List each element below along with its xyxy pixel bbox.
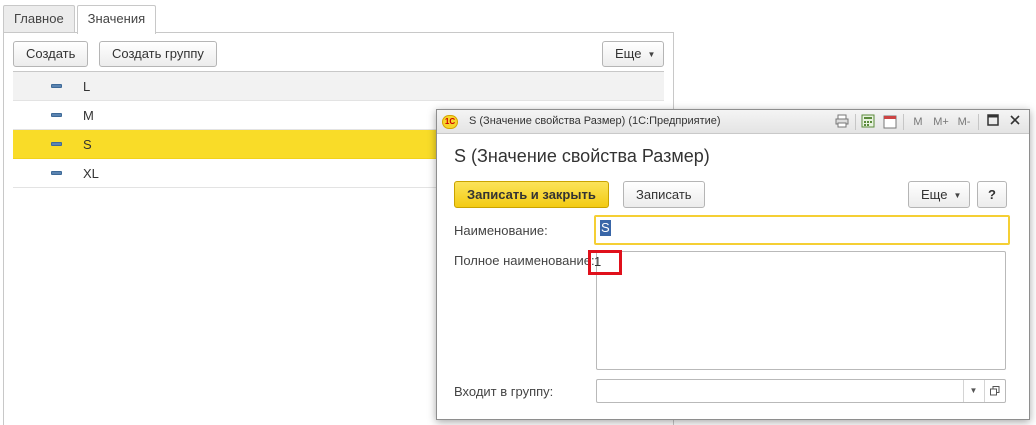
memory-minus-icon[interactable]: M-	[954, 114, 974, 130]
list-item-name: XL	[83, 166, 99, 181]
name-field-value: S	[600, 220, 611, 236]
more-button[interactable]: Еще ▼	[602, 41, 665, 67]
item-marker-icon	[51, 84, 62, 88]
tab-main[interactable]: Главное	[3, 5, 75, 33]
full-name-value: 1	[594, 254, 602, 269]
list-item-name: S	[83, 137, 92, 152]
memory-m-icon[interactable]: M	[911, 114, 925, 130]
calculator-icon[interactable]	[860, 114, 876, 130]
tab-strip: Главное Значения	[3, 5, 158, 34]
list-item-name: L	[83, 79, 91, 94]
item-marker-icon	[51, 113, 62, 117]
save-button[interactable]: Записать	[623, 181, 705, 208]
item-marker-icon	[51, 142, 62, 146]
memory-plus-icon[interactable]: M+	[931, 114, 951, 130]
group-field[interactable]: ▼	[596, 379, 1006, 403]
tab-values[interactable]: Значения	[76, 5, 157, 34]
print-icon[interactable]	[834, 114, 850, 130]
more-actions-button[interactable]: Еще ▼	[908, 181, 971, 208]
create-group-button[interactable]: Создать группу	[99, 41, 217, 67]
titlebar-separator	[978, 114, 979, 130]
name-field[interactable]: S	[594, 215, 1010, 245]
save-and-close-button[interactable]: Записать и закрыть	[454, 181, 609, 208]
app-logo-icon: 1С	[442, 115, 458, 129]
full-name-textarea[interactable]	[596, 251, 1006, 370]
highlight-box: 1	[588, 250, 622, 275]
calendar-icon[interactable]	[882, 114, 898, 130]
full-name-label: Полное наименование:	[454, 253, 595, 268]
group-label: Входит в группу:	[454, 384, 554, 399]
window-title: S (Значение свойства Размер) (1С:Предпри…	[469, 115, 721, 127]
titlebar-separator	[903, 114, 904, 130]
open-form-icon[interactable]	[984, 380, 1004, 402]
help-button[interactable]: ?	[977, 181, 1007, 208]
item-marker-icon	[51, 171, 62, 175]
titlebar-separator	[855, 114, 856, 130]
chevron-down-icon: ▼	[953, 191, 962, 201]
dialog-titlebar[interactable]: 1С S (Значение свойства Размер) (1С:Пред…	[437, 110, 1029, 134]
more-actions-label: Еще	[921, 187, 948, 202]
value-edit-dialog: 1С S (Значение свойства Размер) (1С:Пред…	[436, 109, 1030, 420]
list-item-name: M	[83, 108, 94, 123]
create-button[interactable]: Создать	[13, 41, 89, 67]
more-button-label: Еще	[615, 46, 642, 61]
chevron-down-icon: ▼	[647, 49, 656, 59]
list-item[interactable]: L	[13, 72, 664, 101]
dropdown-arrow-icon[interactable]: ▼	[963, 380, 983, 402]
form-heading: S (Значение свойства Размер)	[454, 146, 710, 166]
name-label: Наименование:	[454, 223, 548, 238]
close-icon[interactable]	[1007, 114, 1023, 130]
maximize-icon[interactable]	[985, 114, 1001, 130]
